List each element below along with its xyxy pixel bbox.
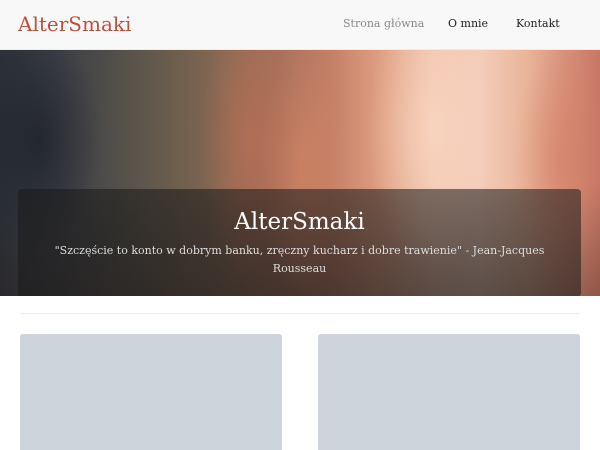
post-card-image-placeholder[interactable]	[318, 334, 580, 450]
nav-link-home[interactable]: Strona główna	[343, 16, 424, 32]
hero-banner: AlterSmaki "Szczęście to konto w dobrym …	[0, 50, 600, 296]
post-card-image-placeholder[interactable]	[20, 334, 282, 450]
navbar: AlterSmaki Strona główna O mnie Kontakt	[0, 0, 600, 50]
nav-link-contact[interactable]: Kontakt	[516, 16, 560, 32]
nav-link-about[interactable]: O mnie	[448, 16, 488, 32]
hero-title: AlterSmaki	[234, 209, 365, 235]
hero-quote: "Szczęście to konto w dobrym banku, zręc…	[54, 244, 545, 275]
hero-caption-panel: AlterSmaki "Szczęście to konto w dobrym …	[18, 189, 581, 296]
brand-logo-link[interactable]: AlterSmaki	[18, 10, 131, 38]
section-divider	[20, 313, 580, 314]
